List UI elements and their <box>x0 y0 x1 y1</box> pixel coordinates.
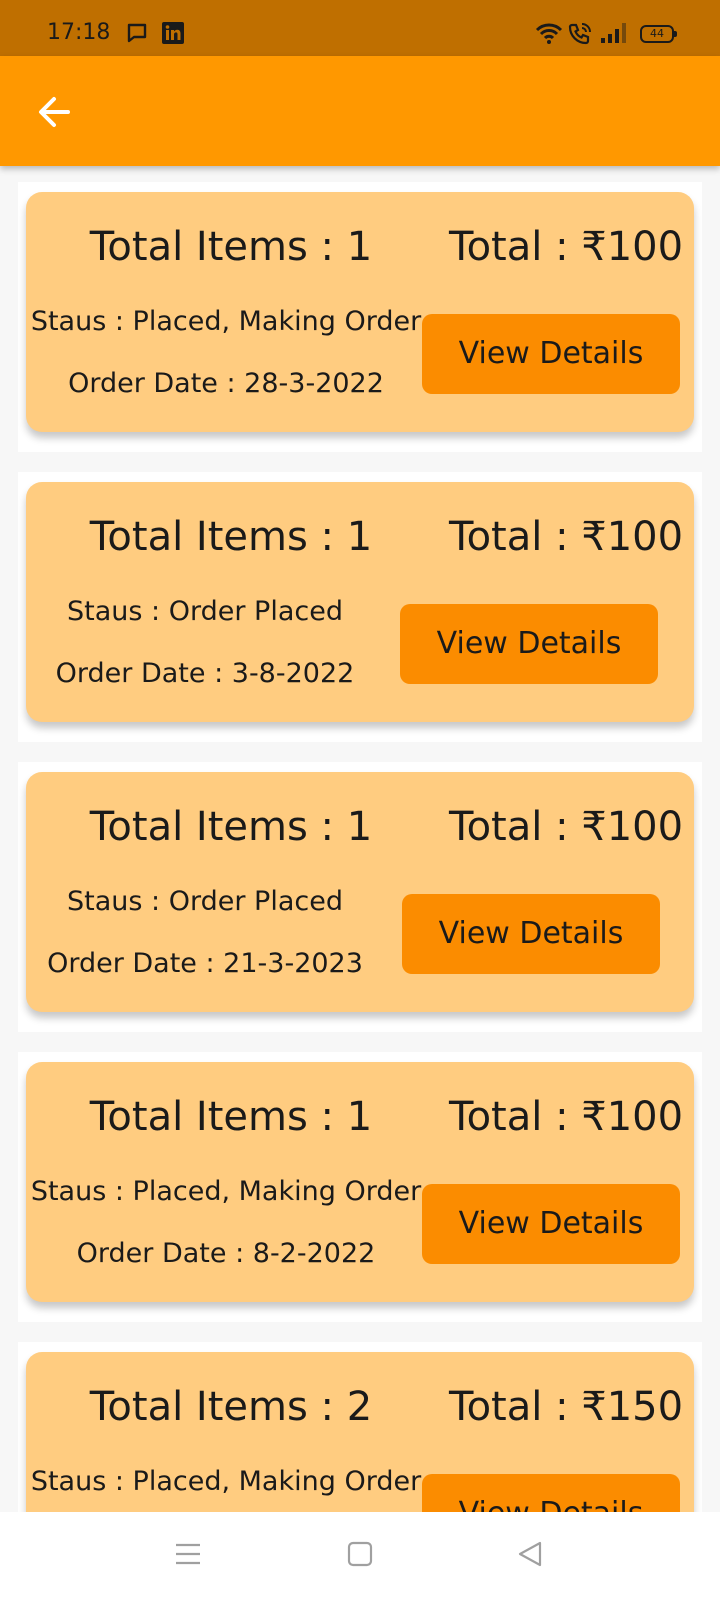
signal-icon <box>601 23 626 43</box>
order-total: Total : ₹100 <box>448 1094 684 1140</box>
order-card-wrapper: Total Items : 1 Total : ₹100 Staus : Pla… <box>18 1052 702 1322</box>
total-items: Total Items : 1 <box>89 804 373 850</box>
orders-list[interactable]: Total Items : 1 Total : ₹100 Staus : Pla… <box>0 166 720 1512</box>
back-triangle-icon[interactable] <box>516 1540 544 1568</box>
battery-level: 44 <box>650 27 664 40</box>
total-items: Total Items : 1 <box>89 224 373 270</box>
order-card: Total Items : 1 Total : ₹100 Staus : Ord… <box>26 482 694 722</box>
arrow-left-icon[interactable] <box>34 92 74 132</box>
order-status: Staus : Placed, Making Order <box>30 1466 422 1497</box>
order-date: Order Date : 8-2-2022 <box>76 1238 376 1269</box>
view-details-button[interactable]: View Details <box>422 314 680 394</box>
total-items: Total Items : 1 <box>89 1094 373 1140</box>
wifi-call-icon <box>568 23 591 45</box>
total-items: Total Items : 1 <box>89 514 373 560</box>
total-items: Total Items : 2 <box>89 1384 373 1430</box>
order-card: Total Items : 1 Total : ₹100 Staus : Ord… <box>26 772 694 1012</box>
order-card-wrapper: Total Items : 1 Total : ₹100 Staus : Ord… <box>18 472 702 742</box>
order-total: Total : ₹150 <box>448 1384 684 1430</box>
order-card-wrapper: Total Items : 1 Total : ₹100 Staus : Ord… <box>18 762 702 1032</box>
order-date: Order Date : 3-8-2022 <box>55 658 355 689</box>
order-status: Staus : Order Placed <box>67 596 343 627</box>
view-details-button[interactable]: View Details <box>422 1474 680 1512</box>
order-status: Staus : Order Placed <box>67 886 343 917</box>
view-details-button[interactable]: View Details <box>400 604 658 684</box>
order-card-wrapper: Total Items : 1 Total : ₹100 Staus : Pla… <box>18 182 702 452</box>
navigation-bar <box>0 1512 720 1600</box>
order-card-wrapper: Total Items : 2 Total : ₹150 Staus : Pla… <box>18 1342 702 1512</box>
order-status: Staus : Placed, Making Order <box>30 306 422 337</box>
status-time: 17:18 <box>47 20 111 45</box>
linkedin-icon <box>162 22 184 44</box>
order-total: Total : ₹100 <box>448 224 684 270</box>
battery-icon: 44 <box>640 25 677 43</box>
order-total: Total : ₹100 <box>448 804 684 850</box>
order-total: Total : ₹100 <box>448 514 684 560</box>
menu-icon[interactable] <box>174 1540 202 1568</box>
order-card: Total Items : 1 Total : ₹100 Staus : Pla… <box>26 192 694 432</box>
order-card: Total Items : 2 Total : ₹150 Staus : Pla… <box>26 1352 694 1512</box>
order-date: Order Date : 28-3-2022 <box>68 368 384 399</box>
order-status: Staus : Placed, Making Order <box>30 1176 422 1207</box>
view-details-button[interactable]: View Details <box>402 894 660 974</box>
wifi-icon <box>535 23 563 44</box>
order-card: Total Items : 1 Total : ₹100 Staus : Pla… <box>26 1062 694 1302</box>
status-bar: 17:18 44 <box>0 0 720 56</box>
view-details-button[interactable]: View Details <box>422 1184 680 1264</box>
message-icon <box>127 23 147 43</box>
home-square-icon[interactable] <box>346 1540 374 1568</box>
app-bar <box>0 56 720 166</box>
order-date: Order Date : 21-3-2023 <box>47 948 363 979</box>
